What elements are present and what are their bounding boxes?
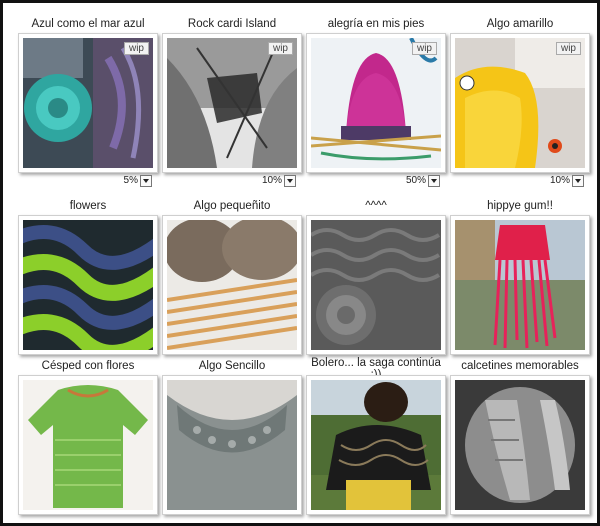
project-title[interactable]: hippye gum!! (450, 199, 590, 213)
project-photo: wip (455, 38, 585, 168)
project-title[interactable]: Algo amarillo (450, 17, 590, 31)
project-thumbnail[interactable] (306, 215, 446, 355)
project-title[interactable]: Rock cardi Island (162, 17, 302, 31)
project-title[interactable]: Algo pequeñito (162, 199, 302, 213)
wip-badge: wip (123, 42, 149, 55)
project-photo (455, 380, 585, 510)
project-thumbnail[interactable]: wip (306, 33, 446, 173)
project-photo: wip (311, 38, 441, 168)
project-photo (311, 220, 441, 350)
project-thumbnail[interactable]: wip (162, 33, 302, 173)
project-photo (455, 220, 585, 350)
progress-value: 50% (405, 175, 426, 186)
project-title[interactable]: Algo Sencillo (162, 359, 302, 373)
project-photo (311, 380, 441, 510)
project-photo: wip (23, 38, 153, 168)
project-photo (23, 380, 153, 510)
progress-select[interactable]: 10% (262, 175, 296, 187)
chevron-down-icon[interactable] (428, 175, 440, 187)
project-photo: wip (167, 38, 297, 168)
project-title[interactable]: flowers (18, 199, 158, 213)
project-thumbnail[interactable] (162, 215, 302, 355)
project-thumbnail[interactable] (450, 215, 590, 355)
progress-value: 10% (549, 175, 570, 186)
project-thumbnail[interactable]: wip (18, 33, 158, 173)
wip-badge: wip (555, 42, 581, 55)
project-title[interactable]: Azul como el mar azul (18, 17, 158, 31)
progress-select[interactable]: 5% (124, 175, 152, 187)
gallery-frame: Azul como el mar azul wip 5% Rock cardi … (0, 0, 600, 526)
project-title[interactable]: ^^^^ (306, 199, 446, 213)
project-photo (167, 380, 297, 510)
wip-badge: wip (267, 42, 293, 55)
project-thumbnail[interactable] (18, 215, 158, 355)
progress-select[interactable]: 50% (406, 175, 440, 187)
progress-value: 5% (123, 175, 138, 186)
project-thumbnail[interactable] (18, 375, 158, 515)
wip-badge: wip (411, 42, 437, 55)
chevron-down-icon[interactable] (140, 175, 152, 187)
chevron-down-icon[interactable] (284, 175, 296, 187)
progress-value: 10% (261, 175, 282, 186)
project-thumbnail[interactable] (450, 375, 590, 515)
project-photo (23, 220, 153, 350)
progress-select[interactable]: 10% (550, 175, 584, 187)
project-title[interactable]: calcetines memorables (450, 359, 590, 373)
chevron-down-icon[interactable] (572, 175, 584, 187)
project-thumbnail[interactable] (162, 375, 302, 515)
project-thumbnail[interactable]: wip (450, 33, 590, 173)
project-title[interactable]: alegría en mis pies (306, 17, 446, 31)
project-title[interactable]: Césped con flores (18, 359, 158, 373)
project-photo (167, 220, 297, 350)
project-thumbnail[interactable] (306, 375, 446, 515)
